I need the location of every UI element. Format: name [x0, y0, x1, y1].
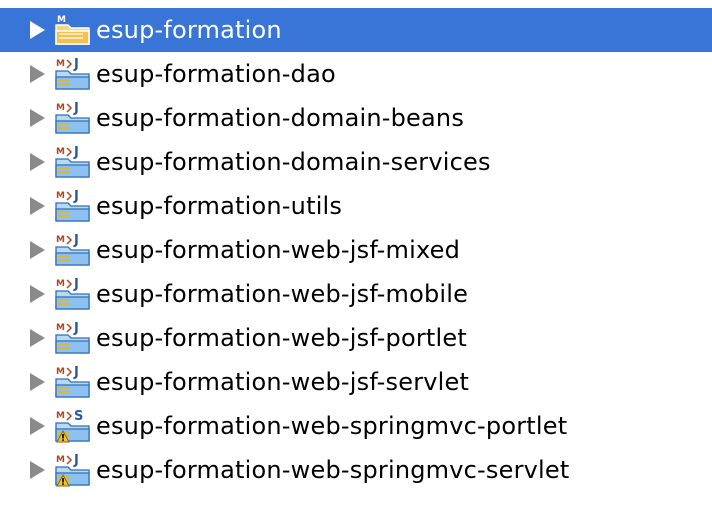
tree-item-label: esup-formation-domain-beans	[96, 104, 465, 132]
expand-triangle-icon[interactable]	[30, 461, 45, 479]
expand-toggle[interactable]	[30, 228, 48, 272]
expand-toggle[interactable]	[30, 316, 48, 360]
expand-triangle-icon[interactable]	[30, 373, 45, 391]
svg-text:J: J	[73, 145, 79, 160]
svg-text:J: J	[73, 365, 79, 380]
expand-toggle[interactable]	[30, 360, 48, 404]
maven-project-icon: M	[53, 11, 93, 49]
tree-item-esup-formation-domain-services[interactable]: M J esup-formation-domain-services	[0, 140, 712, 184]
tree-item-esup-formation-utils[interactable]: M J esup-formation-utils	[0, 184, 712, 228]
expand-triangle-icon[interactable]	[30, 109, 45, 127]
expand-toggle[interactable]	[30, 448, 48, 492]
expand-toggle[interactable]	[30, 96, 48, 140]
tree-item-label: esup-formation-utils	[96, 192, 343, 220]
spring-project-icon: M S	[53, 407, 93, 445]
svg-text:S: S	[74, 409, 83, 424]
java-project-icon: M J	[53, 363, 93, 401]
tree-item-partial[interactable]	[0, 492, 712, 504]
expand-triangle-icon[interactable]	[30, 197, 45, 215]
expand-triangle-icon[interactable]	[30, 21, 45, 39]
svg-text:M: M	[56, 367, 65, 377]
expand-toggle[interactable]	[30, 140, 48, 184]
expand-triangle-icon[interactable]	[30, 285, 45, 303]
tree-item-esup-formation-web-jsf-mixed[interactable]: M J esup-formation-web-jsf-mixed	[0, 228, 712, 272]
tree-item-esup-formation-web-springmvc-servlet[interactable]: M J esup-formation-web-springmvc-servlet	[0, 448, 712, 492]
svg-text:M: M	[56, 147, 65, 157]
svg-text:M: M	[56, 323, 65, 333]
tree-item-label: esup-formation	[96, 16, 282, 44]
expand-triangle-icon[interactable]	[30, 241, 45, 259]
java-project-icon: M J	[53, 55, 93, 93]
tree-item-label: esup-formation-web-springmvc-servlet	[96, 456, 570, 484]
expand-triangle-icon[interactable]	[30, 417, 45, 435]
tree-item-esup-formation-web-springmvc-portlet[interactable]: M S esup-formation-web-springmvc-portlet	[0, 404, 712, 448]
expand-toggle[interactable]	[30, 52, 48, 96]
java-project-icon: M J	[53, 451, 93, 489]
expand-toggle[interactable]	[30, 8, 48, 52]
expand-toggle[interactable]	[30, 404, 48, 448]
java-project-icon: M J	[53, 143, 93, 181]
svg-text:J: J	[73, 57, 79, 72]
svg-text:M: M	[57, 15, 66, 25]
svg-text:J: J	[73, 101, 79, 116]
expand-triangle-icon[interactable]	[30, 329, 45, 347]
svg-text:J: J	[73, 321, 79, 336]
java-project-icon: M J	[53, 231, 93, 269]
tree-item-label: esup-formation-domain-services	[96, 148, 491, 176]
svg-text:M: M	[56, 103, 65, 113]
tree-item-esup-formation-web-jsf-portlet[interactable]: M J esup-formation-web-jsf-portlet	[0, 316, 712, 360]
java-project-icon: M J	[53, 187, 93, 225]
svg-text:M: M	[56, 411, 65, 421]
tree-item-label: esup-formation-web-jsf-servlet	[96, 368, 470, 396]
java-project-icon: M J	[53, 319, 93, 357]
tree-item-label: esup-formation-web-jsf-mobile	[96, 280, 469, 308]
svg-text:J: J	[73, 189, 79, 204]
tree-item-label: esup-formation-dao	[96, 60, 336, 88]
svg-text:J: J	[73, 277, 79, 292]
tree-item-esup-formation-domain-beans[interactable]: M J esup-formation-domain-beans	[0, 96, 712, 140]
svg-text:J: J	[73, 233, 79, 248]
expand-toggle[interactable]	[30, 184, 48, 228]
java-project-icon: M J	[53, 275, 93, 313]
tree-item-esup-formation-web-jsf-servlet[interactable]: M J esup-formation-web-jsf-servlet	[0, 360, 712, 404]
tree-item-esup-formation[interactable]: M esup-formation	[0, 8, 712, 52]
svg-text:M: M	[56, 191, 65, 201]
svg-text:M: M	[56, 59, 65, 69]
tree-item-label: esup-formation-web-jsf-mixed	[96, 236, 461, 264]
tree-item-esup-formation-dao[interactable]: M J esup-formation-dao	[0, 52, 712, 96]
svg-text:J: J	[73, 453, 79, 468]
svg-text:M: M	[56, 279, 65, 289]
svg-text:M: M	[56, 235, 65, 245]
project-explorer-tree: M esup-formation M J esup-formation-dao	[0, 8, 712, 511]
tree-item-esup-formation-web-jsf-mobile[interactable]: M J esup-formation-web-jsf-mobile	[0, 272, 712, 316]
svg-text:M: M	[56, 455, 65, 465]
expand-triangle-icon[interactable]	[30, 65, 45, 83]
expand-toggle[interactable]	[30, 492, 48, 504]
expand-triangle-icon[interactable]	[30, 153, 45, 171]
tree-item-label: esup-formation-web-springmvc-portlet	[96, 412, 568, 440]
java-project-icon: M J	[53, 99, 93, 137]
expand-toggle[interactable]	[30, 272, 48, 316]
tree-item-label: esup-formation-web-jsf-portlet	[96, 324, 467, 352]
